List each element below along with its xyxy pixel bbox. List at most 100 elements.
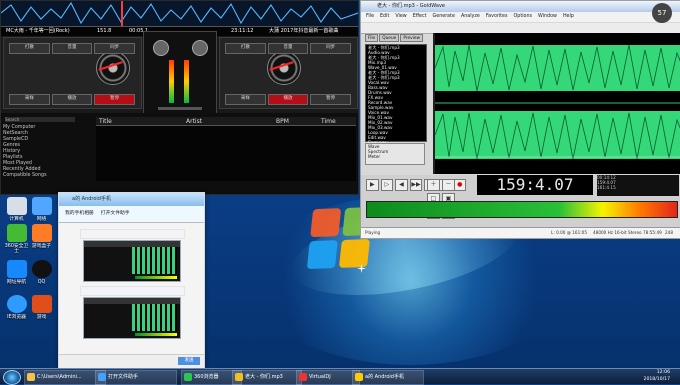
view-mode-panel[interactable]: Wave Spectrum Meter — [365, 143, 425, 165]
chat-message — [80, 286, 185, 296]
menu-generate[interactable]: Generate — [433, 12, 455, 22]
rewind-button[interactable]: ◀ — [395, 179, 408, 191]
chat-icon — [98, 373, 106, 381]
network-icon — [31, 197, 52, 215]
browser-column-header: Title Artist BPM Time — [96, 117, 356, 126]
left-knob[interactable] — [153, 40, 169, 56]
deck-button[interactable]: 打散 — [225, 43, 266, 54]
received-screenshot[interactable] — [83, 297, 181, 339]
folder-icon — [27, 373, 35, 381]
desktop-icon-game-box[interactable]: 游戏盒子 — [29, 224, 54, 249]
tab-phone-photos[interactable]: 我的手机相册 — [65, 206, 94, 222]
windows-taskbar[interactable]: C:\Users\Admini... 打开文件助手 360浏览器 老大 - 你们… — [0, 368, 680, 385]
mouse-cursor-icon — [357, 264, 366, 273]
goldwave-menu[interactable]: File Edit View Effect Generate Analyze F… — [361, 12, 680, 22]
fast-forward-button[interactable]: ▶▶ — [409, 179, 423, 191]
browser-tree[interactable]: My Computer NetSearch SampleCD Genres Hi… — [3, 125, 88, 191]
crossfader[interactable] — [158, 107, 202, 110]
file-list-panel[interactable]: 老大 - 你们.mp3 Audio.wav 老大 - 你们.mp3 Mix.mp… — [365, 44, 427, 145]
dj-mixer[interactable] — [143, 31, 217, 115]
browser-icon — [6, 260, 27, 278]
tab-preview[interactable]: Preview — [400, 34, 424, 42]
deck-button[interactable]: 同步 — [94, 43, 136, 54]
desktop-icon-game[interactable]: 游戏 — [29, 295, 54, 320]
right-deck-controls[interactable]: 打散 音量 同步 — [225, 43, 352, 54]
tree-item[interactable]: Compatible Songs — [3, 173, 88, 179]
android-phone-window[interactable]: a的 Android手机 我的手机相册 打开文件助手 发送 — [58, 192, 205, 370]
phone-input-bar[interactable]: 发送 — [59, 354, 204, 369]
deck-button[interactable]: 打散 — [9, 43, 50, 54]
phone-tabs[interactable]: 我的手机相册 打开文件助手 — [59, 206, 204, 223]
dj-overview-waveforms — [1, 1, 358, 27]
phone-window-title-bar: a的 Android手机 — [59, 193, 204, 206]
left-volume-meter — [169, 60, 174, 103]
menu-effect[interactable]: Effect — [413, 12, 427, 22]
play-button[interactable]: ▶ — [366, 179, 379, 191]
level-meter — [366, 201, 678, 218]
received-screenshot[interactable] — [83, 240, 181, 282]
deck-button[interactable]: 采样 — [225, 94, 266, 105]
game-icon — [31, 295, 52, 313]
deck-button[interactable]: 采样 — [9, 94, 50, 105]
deck-button[interactable]: 同步 — [310, 43, 352, 54]
file-tabs[interactable]: File Queue Preview — [365, 34, 429, 42]
desktop-icon-qq[interactable]: QQ — [29, 260, 54, 285]
stereo-waveform — [434, 33, 680, 174]
tab-file[interactable]: File — [365, 34, 379, 42]
shield-icon — [6, 224, 27, 242]
deck-button[interactable]: 音量 — [51, 43, 93, 54]
desktop-icon-360[interactable]: 360安全卫士 — [4, 224, 29, 254]
desktop-icon-network[interactable]: 网络 — [29, 197, 54, 222]
right-transport[interactable]: 采样 播放 暂停 — [225, 94, 352, 105]
left-transport[interactable]: 采样 播放 暂停 — [9, 94, 136, 105]
menu-options[interactable]: Options — [514, 12, 533, 22]
right-deck[interactable]: 打散 音量 同步 采样 播放 暂停 — [219, 37, 358, 109]
tab-file-helper[interactable]: 打开文件助手 — [101, 206, 130, 222]
audio-icon — [235, 373, 243, 381]
right-volume-meter — [184, 60, 189, 103]
browser-search[interactable]: Search — [5, 117, 75, 122]
file-list[interactable]: 老大 - 你们.mp3 Audio.wav 老大 - 你们.mp3 Mix.mp… — [366, 45, 426, 145]
volume-badge: 57 — [652, 3, 672, 23]
browser-icon — [184, 373, 192, 381]
browser-file-list[interactable] — [96, 126, 356, 181]
zoom-in-button[interactable]: ＋ — [427, 179, 440, 191]
goldwave-window[interactable]: 老大 - 你们.mp3 - GoldWave 57 File Edit View… — [360, 0, 680, 239]
desktop-icon-nav[interactable]: 网址导航 — [4, 260, 29, 285]
left-deck[interactable]: 打散 音量 同步 采样 播放 暂停 — [3, 37, 142, 109]
deck-button[interactable]: 暂停 — [310, 94, 352, 105]
goldwave-title-bar: 老大 - 你们.mp3 - GoldWave 57 — [361, 1, 680, 23]
time-display: 159:4.07 — [477, 175, 593, 195]
left-deck-controls[interactable]: 打散 音量 同步 — [9, 43, 136, 54]
dj-file-browser[interactable]: Search My Computer NetSearch SampleCD Ge… — [1, 113, 358, 194]
menu-window[interactable]: Window — [538, 12, 557, 22]
deck-button[interactable]: 暂停 — [94, 94, 136, 105]
qq-icon — [31, 260, 52, 278]
phone-icon — [355, 373, 363, 381]
playback-panel[interactable]: ▶ ▷ ◀ ▶▶ Ⅱ ■ ● ＋ － □ ▣ ◀ ▶ 159:4.07 00:1… — [361, 175, 680, 238]
play-selection-button[interactable]: ▷ — [380, 179, 394, 191]
deck-button[interactable]: 播放 — [267, 94, 309, 105]
menu-edit[interactable]: Edit — [380, 12, 389, 22]
desktop-icon-ie[interactable]: IE浏览器 — [4, 295, 29, 320]
system-tray[interactable]: 12:06 2018/10/17 — [644, 369, 670, 384]
ie-icon — [6, 295, 27, 313]
menu-analyze[interactable]: Analyze — [461, 12, 480, 22]
dj-icon — [299, 373, 307, 381]
right-knob[interactable] — [192, 40, 208, 56]
game-icon — [31, 224, 52, 242]
tab-queue[interactable]: Queue — [379, 34, 400, 42]
menu-file[interactable]: File — [366, 12, 374, 22]
menu-view[interactable]: View — [395, 12, 406, 22]
deck-button[interactable]: 播放 — [51, 94, 93, 105]
virtual-dj-window[interactable]: MC大雨 - 千年等一回(Rock) 151.8 00:05.1 23:11:1… — [0, 0, 359, 195]
zoom-out-button[interactable]: － — [442, 179, 455, 191]
deck-button[interactable]: 音量 — [267, 43, 309, 54]
chat-message — [80, 229, 185, 239]
desktop-icon-computer[interactable]: 计算机 — [4, 197, 29, 222]
computer-icon — [6, 197, 27, 215]
menu-help[interactable]: Help — [563, 12, 574, 22]
waveform-view[interactable] — [433, 33, 680, 174]
menu-favorites[interactable]: Favorites — [486, 12, 508, 22]
send-button[interactable]: 发送 — [178, 357, 200, 365]
